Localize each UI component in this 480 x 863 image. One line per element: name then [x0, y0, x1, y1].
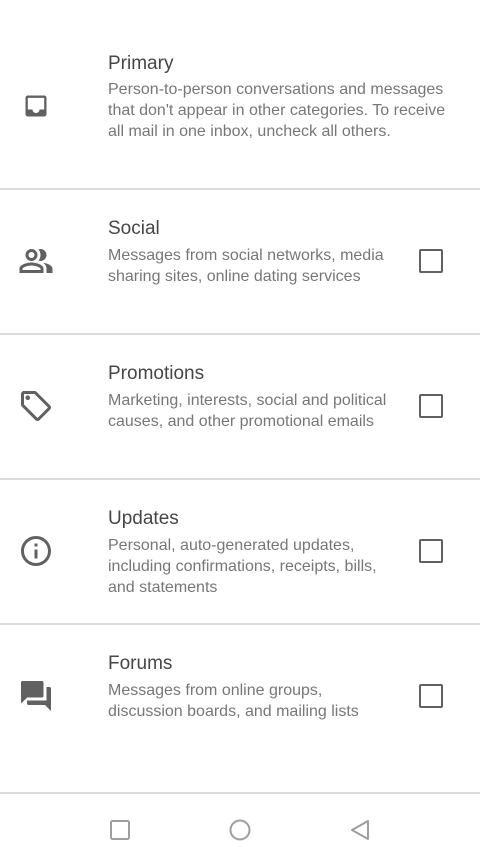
category-title: Social: [108, 218, 160, 239]
category-title: Primary: [108, 53, 174, 74]
system-navigation-bar: [0, 794, 480, 863]
promotions-checkbox[interactable]: [416, 391, 446, 421]
inbox-categories-screen: Primary Person-to-person conversations a…: [0, 0, 480, 863]
forum-icon: [16, 676, 56, 716]
back-button[interactable]: [342, 812, 378, 848]
triangle-back-icon: [351, 820, 369, 840]
category-social[interactable]: Social Messages from social networks, me…: [0, 190, 480, 333]
category-primary: Primary Person-to-person conversations a…: [0, 0, 480, 189]
circle-icon: [229, 819, 251, 841]
category-title: Forums: [108, 653, 173, 674]
category-forums[interactable]: Forums Messages from online groups, disc…: [0, 625, 480, 768]
forums-checkbox[interactable]: [416, 681, 446, 711]
square-icon: [110, 820, 130, 840]
category-description: Messages from social networks, media sha…: [108, 247, 384, 285]
recents-button[interactable]: [102, 812, 138, 848]
updates-checkbox[interactable]: [416, 536, 446, 566]
category-description: Marketing, interests, social and politic…: [108, 392, 387, 430]
category-description: Messages from online groups, discussion …: [108, 682, 359, 720]
category-updates[interactable]: Updates Personal, auto-generated updates…: [0, 480, 480, 623]
inbox-icon: [16, 86, 56, 126]
category-title: Promotions: [108, 363, 205, 384]
category-title: Updates: [108, 508, 179, 529]
social-checkbox[interactable]: [416, 246, 446, 276]
people-icon: [16, 241, 56, 281]
category-description: Personal, auto-generated updates, includ…: [108, 537, 377, 596]
home-button[interactable]: [222, 812, 258, 848]
info-icon: [16, 531, 56, 571]
tag-icon: [16, 386, 56, 426]
category-description: Person-to-person conversations and messa…: [108, 81, 446, 140]
category-promotions[interactable]: Promotions Marketing, interests, social …: [0, 335, 480, 478]
